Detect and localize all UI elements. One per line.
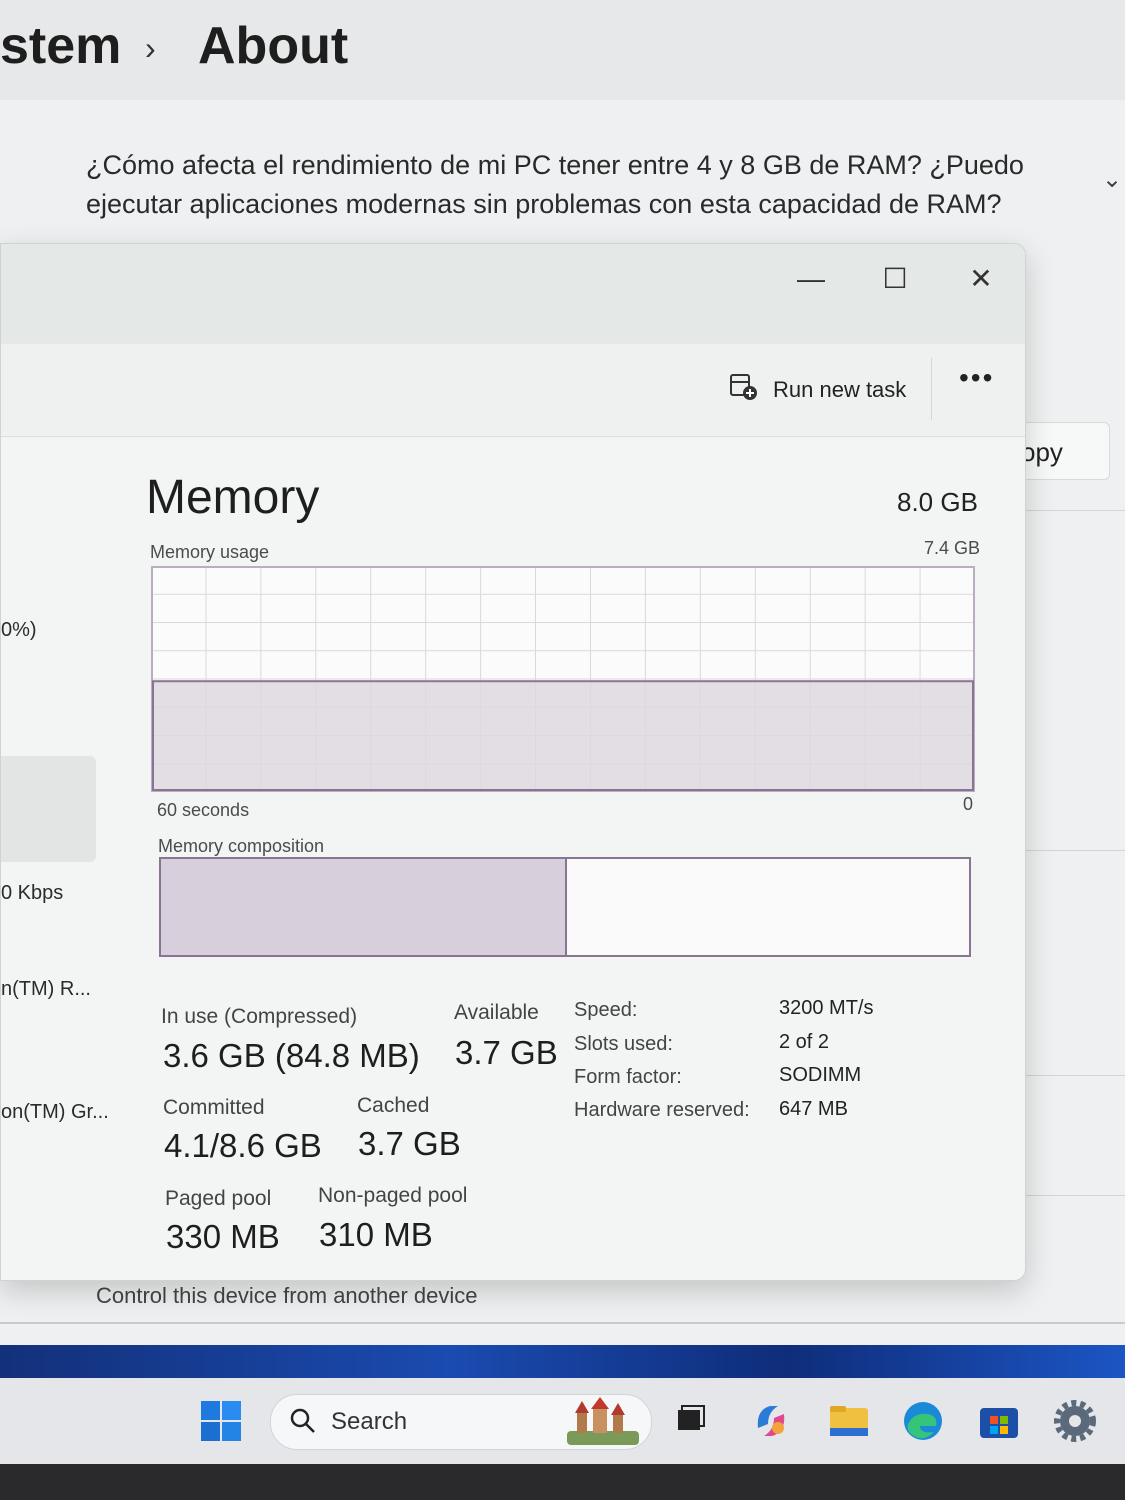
divider bbox=[1010, 1195, 1125, 1196]
close-button[interactable]: ✕ bbox=[951, 254, 1011, 304]
settings-gear-icon[interactable] bbox=[1052, 1398, 1098, 1444]
taskbar: Search bbox=[0, 1378, 1125, 1464]
in-use-value: 3.6 GB (84.8 MB) bbox=[163, 1037, 420, 1074]
memory-usage-fill bbox=[152, 680, 974, 791]
in-use-label: In use (Compressed) bbox=[161, 1005, 358, 1028]
cached-value: 3.7 GB bbox=[358, 1125, 461, 1162]
memory-total: 8.0 GB bbox=[897, 487, 978, 517]
form-factor-value: SODIMM bbox=[779, 1064, 862, 1086]
chevron-down-icon[interactable]: ⌄ bbox=[1102, 165, 1122, 194]
minimize-button[interactable]: — bbox=[781, 254, 841, 304]
more-options-button[interactable]: ••• bbox=[959, 362, 994, 394]
available-value: 3.7 GB bbox=[455, 1034, 558, 1071]
speed-value: 3200 MT/s bbox=[779, 997, 874, 1019]
screen-bezel bbox=[0, 1464, 1125, 1500]
run-task-icon bbox=[729, 372, 759, 408]
maximize-button[interactable]: ☐ bbox=[865, 254, 925, 304]
paged-pool-label: Paged pool bbox=[165, 1187, 272, 1210]
divider bbox=[0, 1322, 1125, 1324]
cached-label: Cached bbox=[357, 1094, 430, 1117]
toolbar-divider bbox=[931, 358, 932, 420]
divider bbox=[1010, 510, 1125, 511]
run-new-task-button[interactable]: Run new task bbox=[729, 370, 906, 410]
task-view-icon[interactable] bbox=[668, 1398, 714, 1444]
title-bar[interactable]: — ☐ ✕ bbox=[1, 244, 1025, 344]
hardware-reserved-key: Hardware reserved: bbox=[574, 1099, 750, 1121]
nonpaged-pool-value: 310 MB bbox=[319, 1216, 433, 1253]
speed-key: Speed: bbox=[574, 999, 638, 1021]
windows-start-icon[interactable] bbox=[198, 1398, 244, 1444]
memory-in-use-segment bbox=[161, 859, 567, 955]
committed-value: 4.1/8.6 GB bbox=[164, 1127, 322, 1164]
memory-composition-bar bbox=[159, 857, 971, 957]
run-new-task-label: Run new task bbox=[773, 377, 907, 402]
nonpaged-pool-label: Non-paged pool bbox=[318, 1184, 468, 1207]
search-icon bbox=[289, 1407, 317, 1440]
toolbar: Run new task ••• bbox=[1, 344, 1025, 437]
hardware-reserved-value: 647 MB bbox=[779, 1098, 848, 1120]
store-icon[interactable] bbox=[976, 1398, 1022, 1444]
question-text: ¿Cómo afecta el rendimiento de mi PC ten… bbox=[86, 150, 1024, 219]
sidebar-item-gpu[interactable]: on(TM) Gr... bbox=[1, 1101, 109, 1124]
taskbar-search[interactable]: Search bbox=[270, 1394, 652, 1450]
sidebar-item-network[interactable]: 0 Kbps bbox=[1, 882, 63, 905]
breadcrumb-parent[interactable]: stem bbox=[0, 16, 121, 76]
divider bbox=[1010, 1075, 1125, 1076]
settings-header: stem › About bbox=[0, 0, 1125, 100]
breadcrumb-separator: › bbox=[145, 30, 156, 66]
paged-pool-value: 330 MB bbox=[166, 1218, 280, 1255]
remote-control-link[interactable]: Control this device from another device bbox=[96, 1283, 478, 1309]
time-span-label: 60 seconds bbox=[157, 800, 250, 820]
memory-composition-label: Memory composition bbox=[158, 836, 325, 856]
sidebar-item-memory[interactable] bbox=[1, 756, 96, 862]
copilot-icon[interactable] bbox=[748, 1398, 794, 1444]
task-manager-window: — ☐ ✕ Run new task ••• 0%) 0 Kbps n(TM) … bbox=[0, 243, 1026, 1281]
form-factor-key: Form factor: bbox=[574, 1066, 682, 1088]
memory-usage-label: Memory usage bbox=[150, 542, 270, 562]
committed-label: Committed bbox=[163, 1096, 265, 1119]
slots-used-value: 2 of 2 bbox=[779, 1031, 830, 1053]
performance-sidebar: 0%) 0 Kbps n(TM) R... on(TM) Gr... bbox=[1, 436, 111, 1280]
available-label: Available bbox=[454, 1001, 539, 1024]
divider bbox=[1010, 850, 1125, 851]
sidebar-item-cpu[interactable]: n(TM) R... bbox=[1, 978, 91, 1001]
castle-widget-icon[interactable] bbox=[563, 1397, 643, 1452]
file-explorer-icon[interactable] bbox=[826, 1398, 872, 1444]
time-zero-label: 0 bbox=[963, 794, 974, 814]
sidebar-item-memory-percent[interactable]: 0%) bbox=[1, 619, 37, 642]
memory-usage-max: 7.4 GB bbox=[924, 538, 981, 558]
edge-icon[interactable] bbox=[900, 1398, 946, 1444]
memory-usage-graph bbox=[151, 566, 975, 792]
search-placeholder: Search bbox=[331, 1408, 408, 1435]
memory-title: Memory bbox=[146, 471, 320, 524]
page-title: About bbox=[198, 17, 349, 75]
slots-used-key: Slots used: bbox=[574, 1033, 673, 1055]
